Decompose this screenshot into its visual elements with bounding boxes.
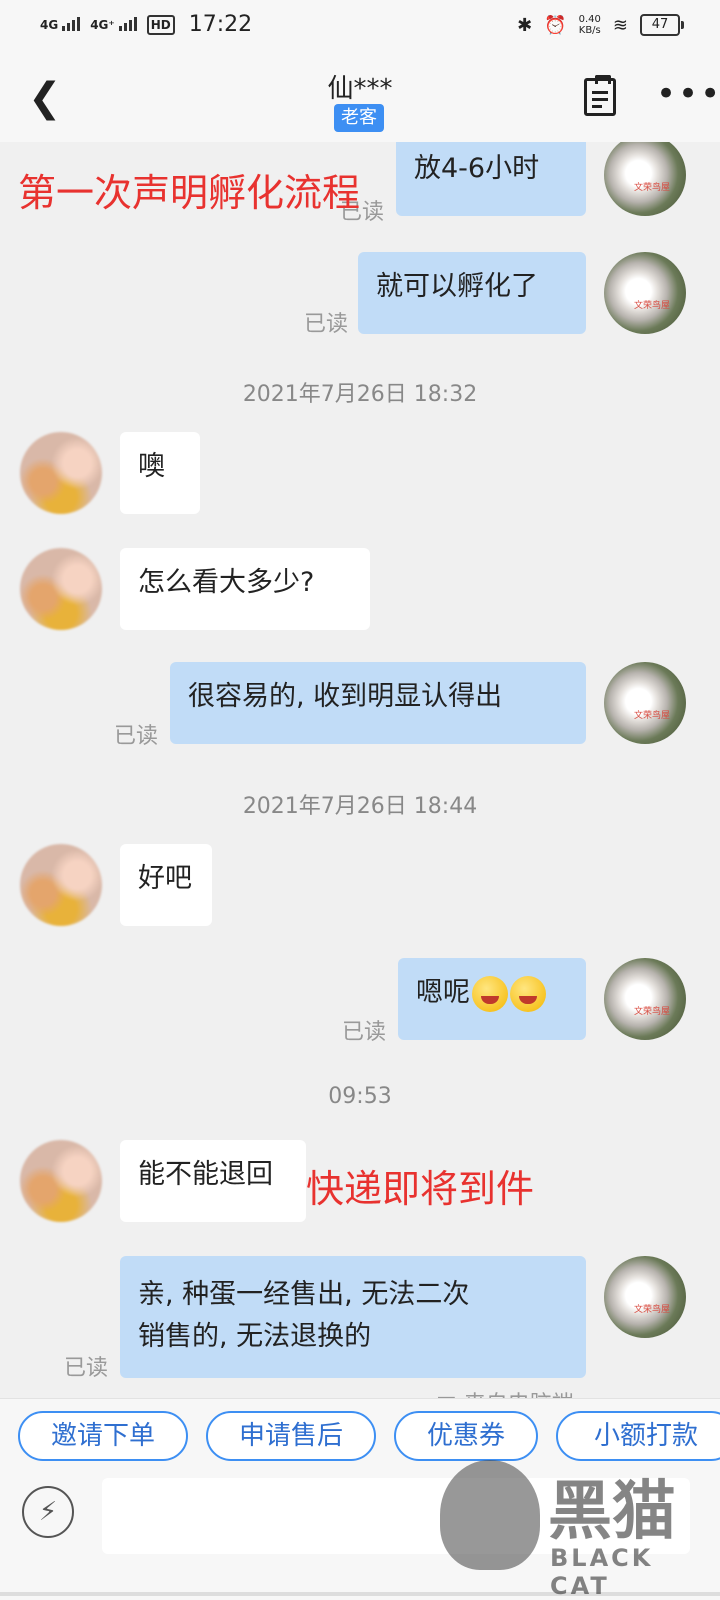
watermark: 黑猫 BLACK CAT (440, 1460, 720, 1600)
chat-header: ❮ 仙*** 老客 ••• (0, 52, 720, 142)
my-avatar[interactable]: 文荣鸟屋 (604, 1256, 686, 1338)
hd-voice-icon: HD (146, 14, 175, 35)
coupon-button[interactable]: 优惠券 (394, 1411, 538, 1461)
message-bubble-sent[interactable]: 就可以孵化了 (358, 252, 586, 334)
annotation-text: 快递即将到件 (306, 1167, 535, 1211)
more-options-icon[interactable]: ••• (656, 74, 720, 114)
alarm-icon: ⏰ (544, 14, 567, 36)
status-time: 17:22 (188, 12, 253, 37)
message-bubble-sent[interactable]: 亲, 种蛋一经售出, 无法二次 销售的, 无法退换的 (120, 1256, 586, 1378)
invite-order-button[interactable]: 邀请下单 (18, 1411, 188, 1461)
contact-avatar[interactable] (20, 1140, 102, 1222)
watermark-subtext: BLACK CAT (550, 1544, 654, 1600)
order-notes-icon[interactable] (584, 75, 616, 116)
my-avatar[interactable]: 文荣鸟屋 (604, 252, 686, 334)
small-payment-button[interactable]: 小额打款 (556, 1411, 720, 1461)
signal-2-icon: 4G⁺ (90, 16, 137, 31)
read-status: 已读 (342, 1020, 387, 1045)
network-speed: 0.40 KB/s (578, 14, 601, 36)
read-status: 已读 (114, 724, 159, 749)
my-avatar[interactable]: 文荣鸟屋 (604, 142, 686, 216)
message-bubble-received[interactable]: 好吧 (120, 844, 212, 926)
cat-logo-icon (440, 1460, 540, 1570)
my-avatar[interactable]: 文荣鸟屋 (604, 662, 686, 744)
battery-icon: 47 (640, 14, 684, 36)
message-bubble-received[interactable]: 能不能退回 (120, 1140, 306, 1222)
message-bubble-sent[interactable]: 嗯呢 (398, 958, 586, 1040)
timestamp: 09:53 (328, 1084, 392, 1109)
dizzy-face-emoji-icon (472, 975, 508, 1012)
signal-1-icon: 4G (40, 16, 81, 31)
contact-avatar[interactable] (20, 548, 102, 630)
read-status: 已读 (304, 312, 349, 337)
status-bar: 4G 4G⁺ HD 17:22 ✱ ⏰ 0.40 KB/s ≋ 47 (0, 0, 720, 52)
customer-badge: 老客 (334, 104, 384, 132)
timestamp: 2021年7月26日 18:44 (242, 794, 478, 819)
wifi-icon: ≋ (612, 14, 628, 36)
message-bubble-received[interactable]: 怎么看大多少? (120, 548, 370, 630)
after-sales-button[interactable]: 申请售后 (206, 1411, 376, 1461)
dizzy-face-emoji-icon (510, 975, 546, 1012)
message-bubble-sent[interactable]: 很容易的, 收到明显认得出 (170, 662, 586, 744)
timestamp: 2021年7月26日 18:32 (242, 382, 478, 407)
read-status: 已读 (64, 1356, 109, 1381)
watermark-text: 黑猫 (548, 1475, 676, 1549)
message-bubble-sent[interactable]: 放4-6小时 (396, 142, 586, 216)
annotation-text: 第一次声明孵化流程 (18, 171, 361, 215)
contact-avatar[interactable] (20, 844, 102, 926)
bluetooth-icon: ✱ (517, 14, 533, 36)
lightning-icon[interactable]: ⚡ (22, 1486, 74, 1538)
my-avatar[interactable]: 文荣鸟屋 (604, 958, 686, 1040)
chat-area[interactable]: 已读 放4-6小时 文荣鸟屋 第一次声明孵化流程 已读 就可以孵化了 文荣鸟屋 … (0, 142, 720, 1404)
message-bubble-received[interactable]: 噢 (120, 432, 200, 514)
contact-avatar[interactable] (20, 432, 102, 514)
